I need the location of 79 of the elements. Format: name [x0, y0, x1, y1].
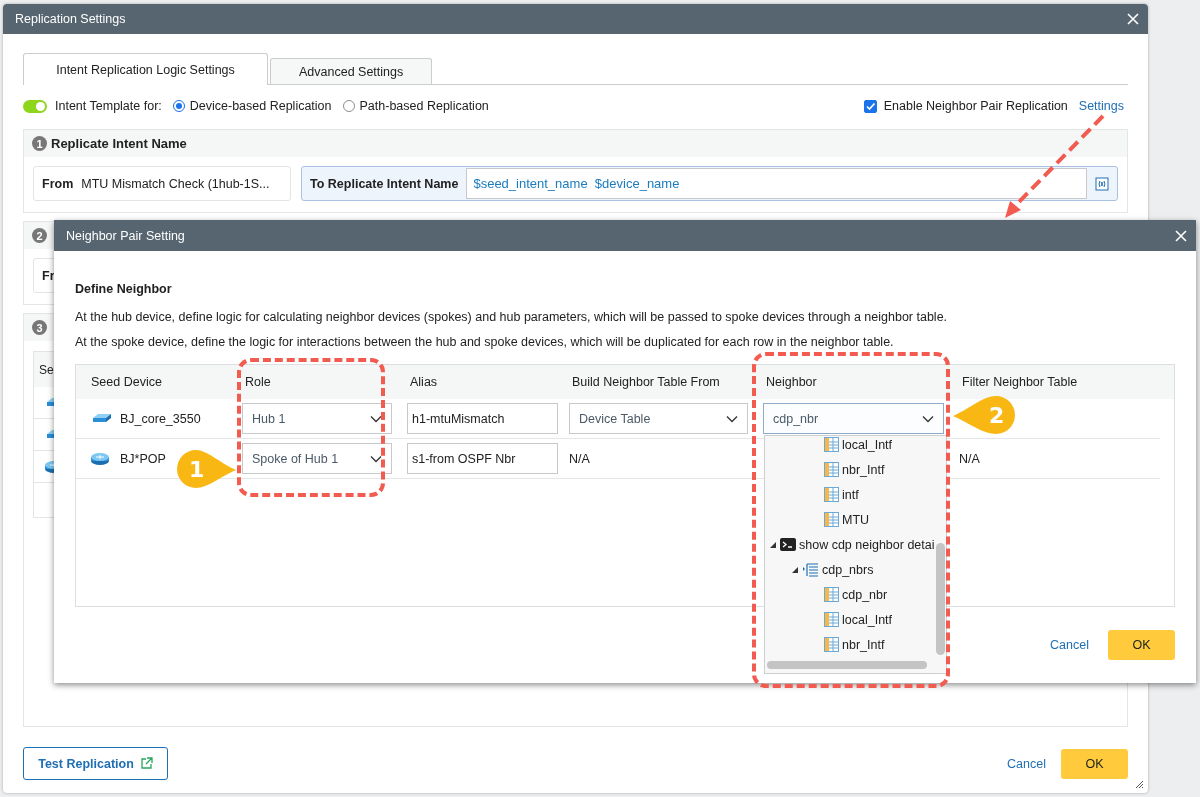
device-name: BJ*POP: [120, 451, 166, 466]
step-number: 2: [32, 228, 47, 243]
alias-input[interactable]: s1-from OSPF Nbr: [407, 443, 558, 474]
list-icon: [802, 561, 819, 578]
column-header: Filter Neighbor Table: [961, 375, 1079, 389]
table-cell: N/A: [569, 451, 590, 466]
table-icon: [824, 512, 839, 527]
dialog-title: Neighbor Pair Setting: [66, 228, 185, 243]
tree-item[interactable]: local_Intf: [842, 612, 893, 627]
tree-item[interactable]: nbr_Intf: [842, 637, 885, 652]
ok-button[interactable]: OK: [1108, 630, 1175, 660]
tree-item[interactable]: nbr_Intf: [842, 462, 885, 477]
table-cell: N/A: [959, 451, 980, 466]
external-link-icon: [139, 757, 153, 770]
field-label: To Replicate Intent Name: [310, 176, 459, 191]
column-header: Seed Device: [90, 375, 163, 389]
switch-icon: [90, 412, 111, 425]
table-icon: [824, 487, 839, 502]
dropdown[interactable]: Device Table: [569, 403, 748, 434]
step-number: 3: [32, 320, 47, 335]
close-button[interactable]: [1174, 228, 1188, 243]
tree-item[interactable]: MTU: [842, 512, 870, 527]
chevron-down-icon: [370, 454, 382, 463]
alias-input[interactable]: h1-mtuMismatch: [407, 403, 558, 434]
router-icon: [90, 452, 111, 465]
tree-item[interactable]: cdp_nbrs: [822, 562, 874, 577]
table-icon: [824, 462, 839, 477]
description-text: At the spoke device, define the logic for interactions between the hub and spoke devices, which will be duplicated for each row in the neighbor table.: [75, 334, 895, 351]
variable-icon[interactable]: [1095, 176, 1109, 191]
field-label: From: [42, 176, 74, 191]
section-heading: Define Neighbor: [75, 281, 173, 298]
column-header: Se: [39, 362, 54, 377]
terminal-icon: [780, 537, 796, 552]
test-replication-button[interactable]: Test Replication: [23, 747, 168, 780]
chevron-down-icon: [726, 414, 738, 423]
resize-grip-icon[interactable]: [1135, 780, 1144, 789]
dropdown[interactable]: cdp_nbr: [763, 403, 944, 434]
column-header: Alias: [409, 375, 439, 389]
window-title: Replication Settings: [15, 12, 126, 26]
table-icon: [824, 587, 839, 602]
column-header: Neighbor: [765, 375, 818, 389]
tree-item[interactable]: local_Intf: [842, 437, 893, 452]
template-label: Intent Template for:: [55, 99, 162, 113]
tab[interactable]: Intent Replication Logic Settings: [23, 53, 268, 85]
role-dropdown[interactable]: Hub 1: [242, 403, 392, 434]
column-header: Role: [244, 375, 272, 389]
close-button[interactable]: [1126, 12, 1140, 26]
scrollbar-thumb[interactable]: [936, 543, 945, 655]
checkbox-label: Enable Neighbor Pair Replication: [883, 99, 1068, 113]
column-header: Build Neighbor Table From: [571, 375, 721, 389]
toggle-switch[interactable]: [23, 99, 47, 113]
cancel-button[interactable]: Cancel: [1050, 638, 1089, 652]
checkbox[interactable]: [863, 99, 877, 113]
expanded-arrow-icon[interactable]: [769, 540, 777, 549]
radio-label: Device-based Replication: [189, 99, 332, 113]
role-dropdown[interactable]: Spoke of Hub 1: [242, 443, 392, 474]
tree-item[interactable]: show cdp neighbor detai: [799, 537, 935, 552]
expanded-arrow-icon[interactable]: [791, 565, 799, 574]
radio-button[interactable]: [342, 100, 355, 112]
name-input[interactable]: $seed_intent_name $device_name: [466, 168, 1087, 199]
section-title: Replicate Intent Name: [51, 136, 187, 151]
tree-item[interactable]: intf: [842, 487, 859, 502]
cancel-button[interactable]: Cancel: [1007, 756, 1046, 771]
chevron-down-icon: [922, 414, 934, 423]
field-value: MTU Mismatch Check (1hub-1S...: [81, 176, 270, 191]
radio-label: Path-based Replication: [359, 99, 489, 113]
tab[interactable]: Advanced Settings: [270, 58, 433, 84]
description-text: At the hub device, define logic for calculating neighbor devices (spokes) and hub parameters, which will be passed to spoke devices through a neighbor table.: [75, 309, 949, 326]
ok-button[interactable]: OK: [1061, 748, 1128, 779]
radio-button[interactable]: [172, 100, 185, 112]
field-label: Fr: [42, 268, 55, 283]
settings-link[interactable]: Settings: [1078, 99, 1124, 113]
device-name: BJ_core_3550: [120, 411, 201, 426]
chevron-down-icon: [370, 414, 382, 423]
step-number: 1: [32, 136, 47, 151]
scrollbar-thumb[interactable]: [767, 661, 927, 669]
table-icon: [824, 612, 839, 627]
table-icon: [824, 637, 839, 652]
tree-item[interactable]: cdp_nbr: [842, 587, 888, 602]
